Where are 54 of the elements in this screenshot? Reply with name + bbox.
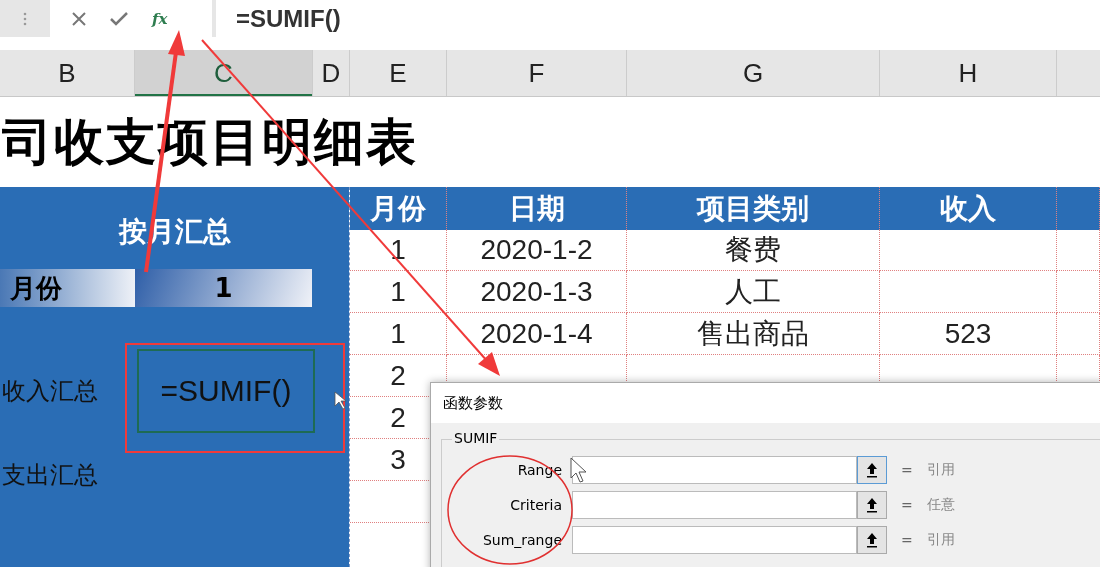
collapse-button[interactable] — [857, 490, 887, 519]
cursor-icon — [570, 457, 587, 483]
table-cell: 2020-1-2 — [447, 229, 627, 271]
collapse-button[interactable] — [857, 455, 887, 484]
table-header: 日期 — [447, 187, 627, 230]
argument-field[interactable] — [572, 525, 857, 554]
function-name: SUMIF — [452, 430, 500, 446]
table-header: 项目类别 — [627, 187, 880, 230]
up-arrow-icon — [866, 496, 878, 513]
summary-cell[interactable]: =SUMIF() — [137, 349, 315, 433]
summary-label: 收入汇总 — [1, 376, 99, 407]
month-label: 月份 — [0, 269, 135, 307]
equals-sign: = — [901, 531, 913, 548]
table-cell: 1 — [350, 313, 447, 355]
argument-field[interactable] — [572, 455, 857, 484]
summary-label: 支出汇总 — [1, 460, 99, 491]
table-cell: 1 — [350, 271, 447, 313]
table-cell: 2020-1-3 — [447, 271, 627, 313]
table-cell: 1 — [350, 229, 447, 271]
empty-cell — [1057, 271, 1100, 313]
column-header[interactable]: H — [880, 50, 1057, 96]
dialog-title: 函数参数 — [431, 383, 1100, 423]
collapse-button[interactable] — [857, 525, 887, 554]
up-arrow-icon — [866, 531, 878, 548]
column-header[interactable]: F — [447, 50, 627, 96]
argument-result: 任意 — [926, 495, 955, 514]
up-arrow-icon — [866, 461, 878, 478]
table-cell: 2020-1-4 — [447, 313, 627, 355]
argument-label: Sum_range — [481, 531, 563, 548]
insert-function-button[interactable]: fx — [152, 9, 168, 28]
table-cell: 售出商品 — [627, 313, 880, 355]
argument-result: 引用 — [926, 460, 955, 479]
table-cell: 人工 — [627, 271, 880, 313]
column-header[interactable]: G — [627, 50, 880, 96]
equals-sign: = — [901, 496, 913, 513]
table-cell: 餐费 — [627, 229, 880, 271]
column-header[interactable]: C — [135, 50, 313, 96]
table-cell: 523 — [880, 313, 1057, 355]
check-icon[interactable] — [110, 11, 128, 26]
formula-input[interactable]: =SUMIF() — [216, 0, 1100, 37]
table-header: 月份 — [350, 187, 447, 230]
table-header — [1057, 187, 1100, 230]
table-header: 收入 — [880, 187, 1057, 230]
drag-handle-icon — [23, 11, 27, 26]
cancel-icon[interactable] — [72, 11, 86, 26]
month-value-cell[interactable]: 1 — [135, 269, 312, 307]
cursor-icon — [334, 391, 347, 410]
argument-label: Criteria — [509, 496, 563, 513]
argument-result: 引用 — [926, 530, 955, 549]
column-header[interactable]: D — [313, 50, 350, 96]
argument-field[interactable] — [572, 490, 857, 519]
column-header[interactable]: E — [350, 50, 447, 96]
equals-sign: = — [901, 461, 913, 478]
empty-cell — [1057, 229, 1100, 271]
